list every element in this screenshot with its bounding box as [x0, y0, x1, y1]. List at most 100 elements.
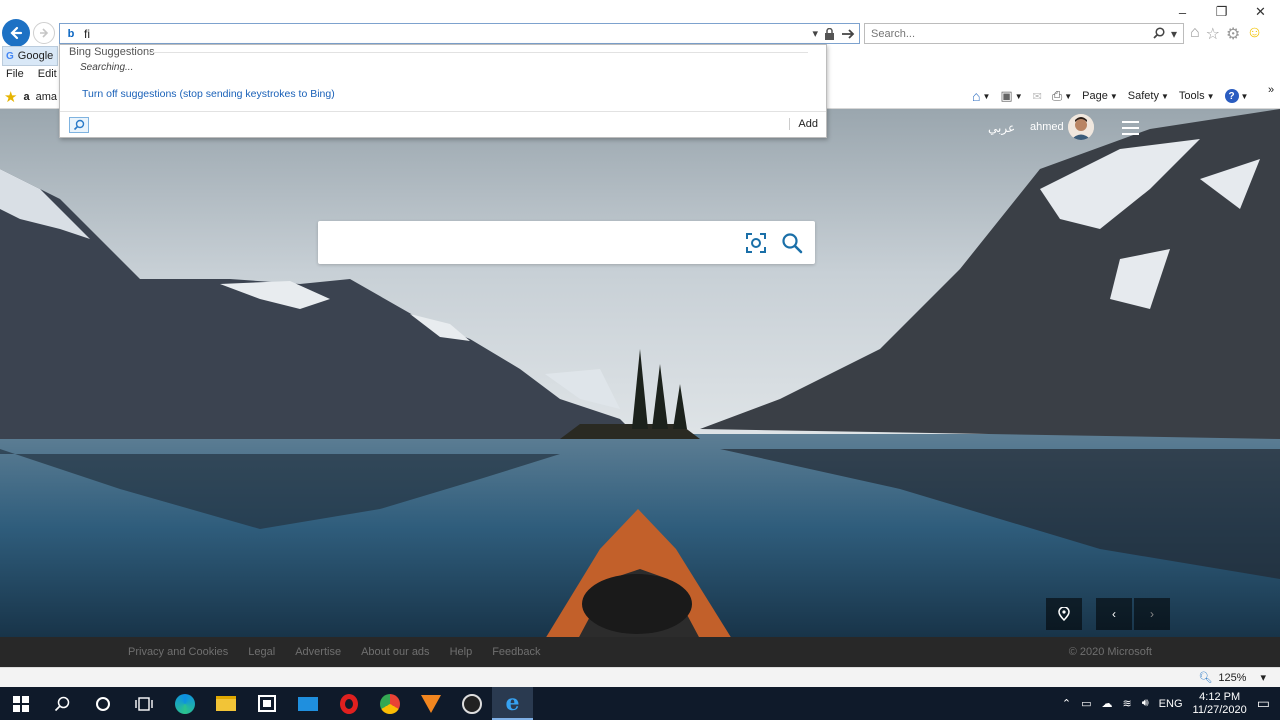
task-view-button[interactable] [123, 687, 164, 720]
taskbar-store[interactable] [246, 687, 287, 720]
taskbar-obs[interactable] [451, 687, 492, 720]
folder-icon [215, 696, 236, 711]
google-g-icon: G [6, 50, 14, 62]
home-menu[interactable]: ⌂ ▼ [972, 88, 990, 104]
orange-triangle-app-icon [420, 694, 441, 713]
go-arrow-icon[interactable] [841, 28, 855, 40]
taskbar-edge[interactable] [164, 687, 205, 720]
feeds-menu[interactable]: ▣ ▼ [1000, 88, 1022, 104]
footer-link-advertise[interactable]: Advertise [295, 646, 341, 658]
tab-google[interactable]: G Google [2, 46, 58, 66]
minimize-button[interactable]: – [1163, 0, 1202, 24]
tab-label: Google [17, 50, 54, 62]
next-image-button[interactable]: › [1134, 598, 1170, 630]
zoom-dropdown-icon[interactable]: ▾ [1260, 671, 1266, 684]
favorite-amazon[interactable]: ama [36, 91, 57, 103]
user-name[interactable]: ahmed [1030, 121, 1064, 133]
search-dropdown-icon[interactable]: ▾ [1171, 27, 1177, 41]
notifications-icon[interactable]: ▭ [1257, 695, 1270, 712]
menu-edit[interactable]: Edit [38, 68, 57, 80]
taskbar-chrome[interactable] [369, 687, 410, 720]
turn-off-suggestions-link[interactable]: Turn off suggestions (stop sending keyst… [82, 88, 335, 100]
bing-logo-icon: b [67, 27, 75, 40]
favorites-star-icon[interactable]: ★ [4, 88, 17, 106]
suggestions-dropdown: Bing Suggestions Searching... Turn off s… [59, 44, 827, 138]
footer-link-help[interactable]: Help [450, 646, 473, 658]
arrow-left-icon [10, 26, 23, 40]
command-bar-overflow-icon[interactable]: » [1268, 84, 1274, 96]
search-provider-bar: Add [60, 111, 826, 137]
onedrive-cloud-icon[interactable]: ☁ [1102, 697, 1113, 710]
gear-icon[interactable]: ⚙ [1226, 24, 1240, 44]
taskbar-opera[interactable] [328, 687, 369, 720]
searching-status: Searching... [80, 62, 134, 73]
back-button[interactable] [2, 19, 30, 47]
tools-menu[interactable]: Tools ▼ [1179, 90, 1215, 102]
search-provider-button[interactable] [69, 117, 89, 133]
dropdown-arrow-icon[interactable]: ▾ [812, 27, 818, 40]
store-bag-icon [257, 695, 276, 712]
favorites-star-icon[interactable]: ☆ [1206, 24, 1220, 44]
address-bar[interactable]: b fi ▾ [59, 23, 860, 44]
safety-menu[interactable]: Safety ▼ [1128, 90, 1169, 102]
start-button[interactable] [0, 687, 41, 720]
background-landscape-image [0, 109, 1280, 667]
windows-logo-icon [12, 695, 29, 712]
browser-search-input[interactable] [871, 27, 1153, 40]
footer-link-feedback[interactable]: Feedback [492, 646, 540, 658]
browser-search-box[interactable]: ▾ [864, 23, 1184, 44]
wifi-icon[interactable]: ≋ [1123, 697, 1132, 710]
feedback-smiley-icon[interactable]: ☺ [1246, 24, 1262, 44]
input-language[interactable]: ENG [1159, 698, 1183, 710]
chrome-icon [379, 693, 400, 714]
lock-icon[interactable] [824, 27, 835, 40]
menu-file[interactable]: File [6, 68, 24, 80]
location-pin-icon[interactable] [1046, 598, 1082, 630]
windows-taskbar: e ⌃ ▭ ☁ ≋ 🔊︎ ENG 4:12 PM 11/27/2020 ▭ [0, 687, 1280, 720]
footer-link-about-ads[interactable]: About our ads [361, 646, 430, 658]
clock-time: 4:12 PM [1199, 690, 1241, 703]
visual-search-icon[interactable] [745, 232, 767, 254]
bing-search-input[interactable] [332, 231, 732, 253]
search-icon[interactable] [781, 232, 803, 254]
footer-link-privacy[interactable]: Privacy and Cookies [128, 646, 228, 658]
previous-image-button[interactable]: ‹ [1096, 598, 1132, 630]
volume-icon[interactable]: 🔊︎ [1142, 697, 1149, 710]
amazon-favicon-icon: a [23, 91, 30, 103]
language-link[interactable]: عربي [988, 121, 1015, 135]
menu-bar: File Edit [6, 68, 57, 80]
add-provider-button[interactable]: Add [789, 118, 818, 130]
bing-search-box[interactable] [318, 221, 815, 264]
edge-icon [174, 693, 195, 714]
battery-icon[interactable]: ▭ [1081, 697, 1091, 710]
restore-button[interactable]: ❐ [1202, 0, 1241, 24]
home-icon[interactable]: ⌂ [1190, 24, 1200, 44]
mail-button[interactable]: ✉ [1033, 90, 1042, 103]
taskbar-app-orange[interactable] [410, 687, 451, 720]
search-icon [73, 119, 85, 131]
clock[interactable]: 4:12 PM 11/27/2020 [1193, 691, 1247, 717]
window-controls: – ❐ ✕ [1163, 0, 1280, 24]
browser-toolbar-icons: ⌂ ☆ ⚙ ☺ [1190, 24, 1263, 44]
divider [148, 52, 808, 53]
taskbar-file-explorer[interactable] [205, 687, 246, 720]
search-icon [54, 696, 69, 711]
forward-button[interactable] [33, 22, 55, 44]
footer-link-legal[interactable]: Legal [248, 646, 275, 658]
cortana-button[interactable] [82, 687, 123, 720]
zoom-level[interactable]: 125% [1218, 672, 1246, 684]
system-tray: ⌃ ▭ ☁ ≋ 🔊︎ ENG 4:12 PM 11/27/2020 ▭ [1062, 691, 1280, 717]
chevron-up-icon[interactable]: ⌃ [1062, 697, 1071, 710]
close-button[interactable]: ✕ [1241, 0, 1280, 24]
taskbar-internet-explorer[interactable]: e [492, 687, 533, 720]
suggestions-header: Bing Suggestions [69, 46, 155, 58]
hamburger-menu-icon[interactable] [1122, 121, 1139, 139]
address-input[interactable]: fi [80, 27, 812, 41]
print-menu[interactable]: ⎙ ▼ [1052, 88, 1072, 104]
taskbar-mail[interactable] [287, 687, 328, 720]
page-menu[interactable]: Page ▼ [1082, 90, 1118, 102]
help-menu[interactable]: ? ▼ [1224, 89, 1248, 103]
search-icon[interactable] [1153, 26, 1165, 39]
taskbar-search-button[interactable] [41, 687, 82, 720]
avatar[interactable] [1068, 114, 1094, 140]
